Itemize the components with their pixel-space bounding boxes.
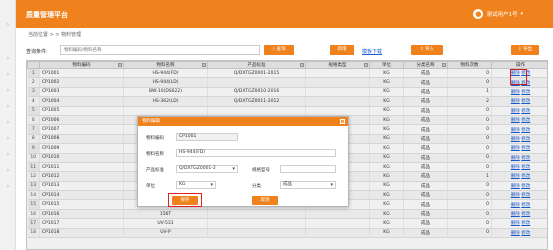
dialog-title: 物料编辑 <box>142 119 160 124</box>
export-button[interactable]: ⇩ 导出 <box>511 45 539 55</box>
spec-label: 规格型号 <box>252 168 270 173</box>
name-label: 物料名称 <box>146 152 164 157</box>
code-label: 物料编码 <box>146 136 164 141</box>
name-field[interactable]: HS-944(FD) <box>176 149 336 157</box>
standard-label: 产品标准 <box>146 168 164 173</box>
query-label: 查询条件: <box>26 49 48 55</box>
code-field[interactable]: CP1001 <box>176 133 238 141</box>
template-download-link[interactable]: 模板下载 <box>362 48 382 55</box>
standard-select[interactable]: Q/DXTGZ0001-2 <box>176 165 238 173</box>
import-icon: ⇪ <box>419 47 424 52</box>
cancel-button[interactable]: 取消 <box>252 196 278 205</box>
import-button-label: 导入 <box>425 47 435 52</box>
top-header: 质量管理平台 ● 测试用户1号 ▾ <box>16 0 553 28</box>
search-button[interactable]: ⌕ 查询 <box>264 45 294 55</box>
chevron-right-icon[interactable]: › <box>4 88 12 94</box>
chevron-right-icon[interactable]: › <box>4 184 12 190</box>
left-sidebar: › › › › › › › › › › <box>0 0 16 250</box>
unit-label: 单位 <box>146 184 155 189</box>
user-avatar-icon: ● <box>473 9 484 19</box>
category-select[interactable]: 成品 <box>280 181 336 189</box>
import-button[interactable]: ⇪ 导入 <box>411 45 443 55</box>
edit-material-dialog: 物料编辑 × 物料编码 CP1001 物料名称 HS-944(FD) 产品标准 … <box>137 116 349 207</box>
close-icon[interactable]: × <box>340 119 345 124</box>
dialog-header: 物料编辑 × <box>138 117 348 126</box>
search-icon: ⌕ <box>272 47 276 52</box>
app-title: 质量管理平台 <box>26 11 68 19</box>
chevron-right-icon[interactable]: › <box>4 168 12 174</box>
highlight-save-box <box>168 193 202 207</box>
chevron-right-icon[interactable]: › <box>4 120 12 126</box>
add-button[interactable]: 新增 <box>330 45 354 55</box>
chevron-right-icon[interactable]: › <box>4 136 12 142</box>
user-name: 测试用户1号 <box>486 12 518 18</box>
breadcrumb: 当前位置 > > 物料管理 <box>28 32 82 38</box>
search-input[interactable] <box>60 45 260 55</box>
chevron-right-icon[interactable]: › <box>4 22 12 28</box>
chevron-right-icon[interactable]: › <box>4 56 12 62</box>
category-label: 分类 <box>252 184 261 189</box>
unit-select[interactable]: KG <box>176 181 216 189</box>
chevron-right-icon[interactable]: › <box>4 104 12 110</box>
user-menu[interactable]: ● 测试用户1号 ▾ <box>473 9 523 19</box>
app-window: › › › › › › › › › › 质量管理平台 ● 测试用户1号 ▾ 当前… <box>0 0 553 250</box>
export-icon: ⇩ <box>517 47 522 52</box>
spec-field[interactable] <box>280 165 336 173</box>
caret-down-icon: ▾ <box>520 11 523 17</box>
search-button-label: 查询 <box>276 47 286 52</box>
chevron-right-icon[interactable]: › <box>4 152 12 158</box>
export-button-label: 导出 <box>523 47 533 52</box>
toolbar: 查询条件: ⌕ 查询 新增 模板下载 ⇪ 导入 ⇩ 导出 <box>26 44 546 58</box>
chevron-right-icon[interactable]: › <box>4 72 12 78</box>
